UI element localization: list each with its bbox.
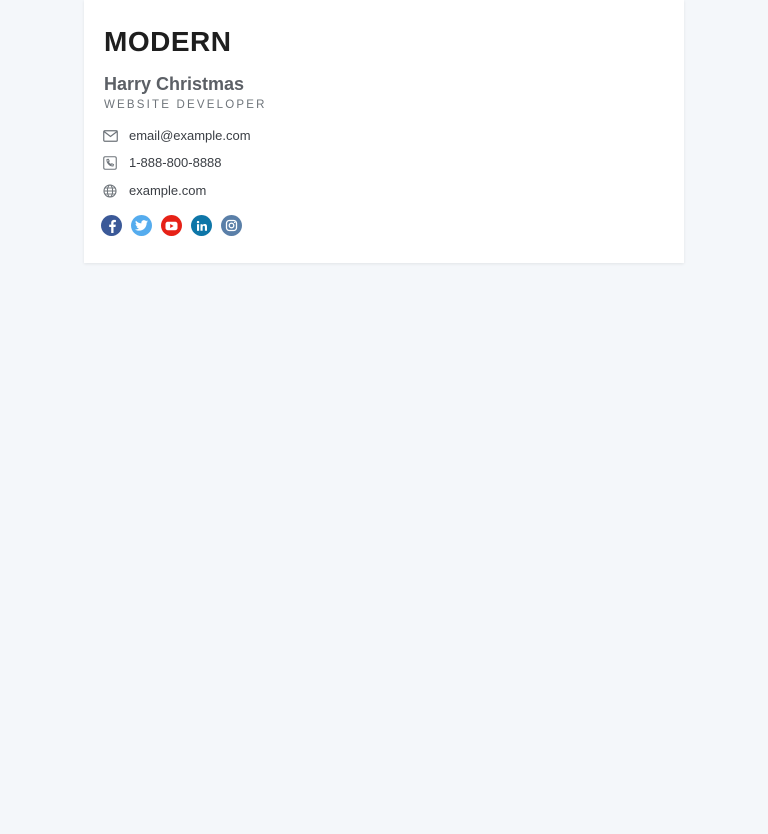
email-link[interactable]: email@example.com <box>129 128 251 144</box>
instagram-icon[interactable] <box>221 215 242 236</box>
person-role: WEBSITE DEVELOPER <box>104 99 267 111</box>
youtube-icon[interactable] <box>161 215 182 236</box>
phone-link[interactable]: 1-888-800-8888 <box>129 155 222 171</box>
facebook-icon[interactable] <box>101 215 122 236</box>
globe-icon <box>102 183 118 199</box>
social-links <box>101 215 242 236</box>
envelope-icon <box>102 128 118 144</box>
email-row[interactable]: email@example.com <box>102 127 251 145</box>
website-link[interactable]: example.com <box>129 183 206 199</box>
phone-row[interactable]: 1-888-800-8888 <box>102 154 222 172</box>
twitter-icon[interactable] <box>131 215 152 236</box>
signature-card: MODERN Harry Christmas WEBSITE DEVELOPER… <box>84 0 684 263</box>
logo: MODERN <box>104 26 232 57</box>
phone-icon <box>102 155 118 171</box>
website-row[interactable]: example.com <box>102 182 206 200</box>
linkedin-icon[interactable] <box>191 215 212 236</box>
person-name: Harry Christmas <box>104 74 245 94</box>
